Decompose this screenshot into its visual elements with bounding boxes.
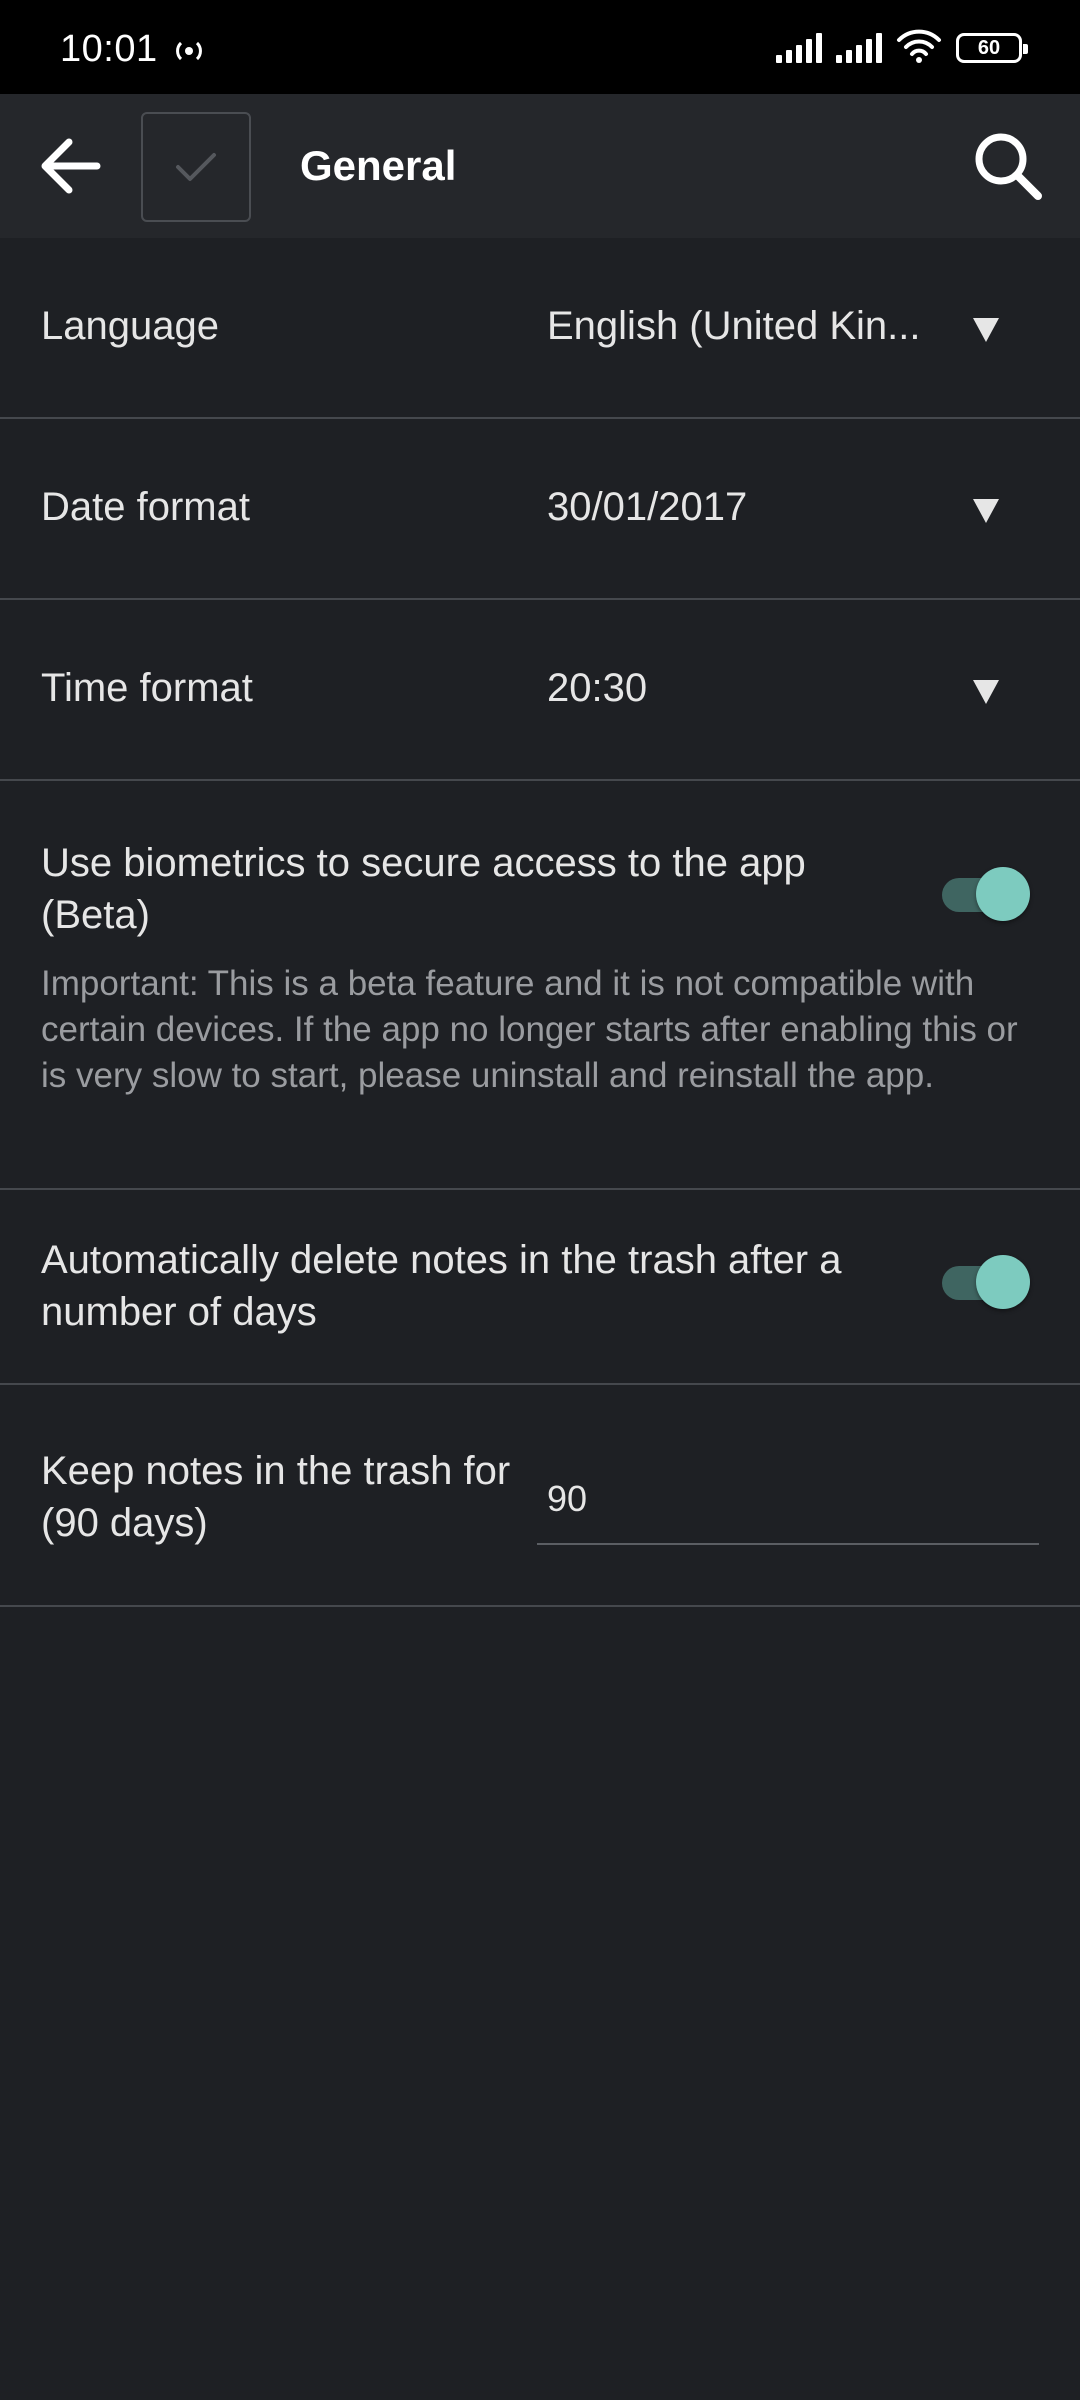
battery-level: 60	[977, 36, 1001, 59]
triangle-down-icon	[973, 499, 999, 523]
date-format-setting: Date format 30/01/2017	[0, 419, 1080, 600]
check-icon	[176, 153, 216, 181]
language-setting: Language English (United Kin...	[0, 238, 1080, 419]
biometrics-description: Important: This is a beta feature and it…	[41, 964, 1018, 1095]
signal-icon-2	[836, 33, 882, 63]
language-value: English (United Kin...	[547, 304, 921, 348]
language-dropdown[interactable]: English (United Kin...	[540, 268, 1040, 388]
status-bar: 10:01 60	[0, 0, 1080, 94]
language-label: Language	[41, 304, 219, 348]
wifi-icon	[896, 28, 942, 69]
auto-delete-toggle[interactable]	[942, 1255, 1030, 1309]
toggle-thumb	[976, 1255, 1030, 1309]
auto-delete-label: Automatically delete notes in the trash …	[41, 1238, 842, 1334]
hotspot-icon	[172, 34, 206, 68]
arrow-left-icon	[41, 138, 101, 194]
triangle-down-icon	[973, 680, 999, 704]
time-format-value: 20:30	[547, 666, 648, 710]
date-format-label: Date format	[41, 485, 250, 529]
date-format-value: 30/01/2017	[547, 485, 748, 529]
search-button[interactable]	[966, 124, 1050, 208]
battery-icon: 60	[956, 33, 1028, 63]
keep-days-setting: Keep notes in the trash for (90 days)	[0, 1385, 1080, 1607]
biometrics-toggle[interactable]	[942, 867, 1030, 921]
signal-icon	[776, 33, 822, 63]
settings-list: Language English (United Kin... Date for…	[0, 238, 1080, 1607]
search-icon	[975, 133, 1042, 200]
time-format-dropdown[interactable]: 20:30	[540, 630, 1040, 750]
biometrics-setting: Use biometrics to secure access to the a…	[0, 781, 1080, 1190]
keep-days-label: Keep notes in the trash for (90 days)	[41, 1449, 511, 1545]
date-format-dropdown[interactable]: 30/01/2017	[540, 449, 1040, 569]
status-time: 10:01	[60, 28, 158, 70]
time-format-label: Time format	[41, 666, 253, 710]
back-button[interactable]	[30, 128, 110, 204]
app-bar: General	[0, 94, 1080, 238]
auto-delete-setting: Automatically delete notes in the trash …	[0, 1190, 1080, 1385]
keep-days-input[interactable]	[537, 1443, 1039, 1545]
biometrics-label: Use biometrics to secure access to the a…	[41, 841, 806, 937]
toggle-thumb	[976, 867, 1030, 921]
triangle-down-icon	[973, 318, 999, 342]
select-all-button[interactable]	[141, 112, 251, 222]
time-format-setting: Time format 20:30	[0, 600, 1080, 781]
page-title: General	[300, 142, 457, 189]
status-icons: 60	[776, 28, 1028, 69]
